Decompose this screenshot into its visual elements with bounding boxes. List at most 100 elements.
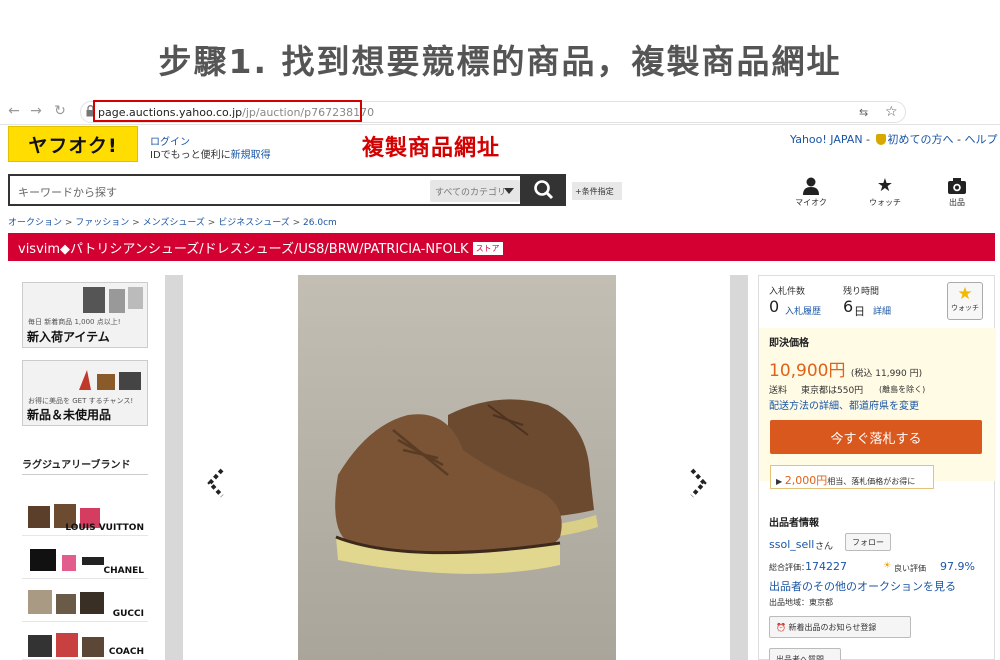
seller-suffix: さん <box>815 542 834 552</box>
watch-label: ウォッチ <box>951 304 979 312</box>
url-highlight-box <box>93 100 362 122</box>
time-left-value: 6 <box>843 297 854 316</box>
watch-button[interactable]: ★ ウォッチ <box>947 282 983 320</box>
price-value: 10,900円 <box>769 361 846 381</box>
search-icon <box>534 180 554 200</box>
seller-name-link[interactable]: ssol_sell <box>769 538 814 551</box>
time-left-unit: 日 <box>854 305 865 318</box>
tutorial-heading: 步驟1. 找到想要競標的商品，複製商品網址 <box>158 42 842 81</box>
breadcrumb-item[interactable]: オークション <box>8 218 62 228</box>
user-icon <box>789 177 833 195</box>
product-title-bar: visvim◆パトリシアンシューズ/ドレスシューズ/US8/BRW/PATRIC… <box>8 233 995 261</box>
shipping-detail-link[interactable]: 配送方法の詳細、都道府県を変更 <box>769 397 919 412</box>
good-rating-value[interactable]: 97.9% <box>940 560 975 573</box>
copy-url-annotation: 複製商品網址 <box>362 136 501 161</box>
breadcrumb-item[interactable]: メンズシューズ <box>143 218 205 228</box>
shipping-note: (離島を除く) <box>879 385 926 394</box>
bookmark-star-icon[interactable]: ☆ <box>885 104 898 120</box>
chevron-right-icon[interactable] <box>688 468 708 498</box>
alarm-icon: ⏰ <box>776 623 786 632</box>
first-time-link[interactable]: 初めての方へ <box>888 133 954 146</box>
store-badge: ストア <box>472 242 503 255</box>
breadcrumb-item[interactable]: 26.0cm <box>303 218 337 228</box>
notify-label: 新着出品のお知らせ登録 <box>788 623 877 632</box>
header-links: Yahoo! JAPAN - 初めての方へ - ヘルプ <box>790 133 998 146</box>
brand-item-coach[interactable]: COACH <box>22 623 148 660</box>
buyout-label: 即決価格 <box>769 338 809 349</box>
brand-item-gucci[interactable]: GUCCI <box>22 580 148 622</box>
rating-label: 総合評価： <box>769 563 809 572</box>
new-arrivals-banner[interactable]: 毎日 新着商品 1,000 点以上! 新入荷アイテム <box>22 282 148 348</box>
time-detail-link[interactable]: 詳細 <box>873 304 891 317</box>
seller-heading: 出品者情報 <box>769 518 819 529</box>
advanced-search-button[interactable]: +条件指定 <box>572 182 622 200</box>
seller-other-auctions-link[interactable]: 出品者のその他のオークションを見る <box>769 578 956 594</box>
star-icon: ★ <box>876 175 894 196</box>
back-icon[interactable]: ← <box>6 103 22 119</box>
ask-seller-button[interactable]: 出品者へ質問 <box>769 648 841 660</box>
chevron-left-icon[interactable] <box>206 468 226 498</box>
translate-icon[interactable]: ⇆ <box>859 106 868 119</box>
breadcrumb: オークション > ファッション > メンズシューズ > ビジネスシューズ > 2… <box>8 218 337 228</box>
tool-label: ウォッチ <box>869 198 901 207</box>
next-thumbnail[interactable] <box>730 275 748 660</box>
buy-now-button[interactable]: 今すぐ落札する <box>770 420 982 454</box>
yahoo-japan-link[interactable]: Yahoo! JAPAN <box>790 133 863 146</box>
category-select[interactable]: すべてのカテゴリ <box>430 180 520 202</box>
breadcrumb-item[interactable]: ファッション <box>75 218 129 228</box>
seller-region: 出品地域：東京都 <box>769 598 833 607</box>
brand-image <box>28 590 104 614</box>
shipping-label: 送料 <box>769 386 788 396</box>
brand-item-louis-vuitton[interactable]: LOUIS VUITTON <box>22 494 148 536</box>
chevron-down-icon <box>504 188 514 194</box>
clothing-image <box>83 287 143 313</box>
forward-icon[interactable]: → <box>28 103 44 119</box>
bid-history-link[interactable]: 入札履歴 <box>785 304 821 317</box>
register-link[interactable]: 新規取得 <box>231 150 271 161</box>
category-select-label: すべてのカテゴリ <box>435 188 507 198</box>
savings-tip: ▶ 2,000円相当、落札価格がお得に <box>770 465 934 489</box>
rating-value-link[interactable]: 174227 <box>805 560 847 573</box>
shoes-image <box>298 275 616 660</box>
tip-price: 2,000円 <box>784 474 828 487</box>
follow-button[interactable]: フォロー <box>845 533 891 551</box>
luxury-brand-heading: ラグジュアリーブランド <box>22 460 131 471</box>
bids-value: 0 <box>769 297 780 316</box>
tool-label: 出品 <box>949 198 965 207</box>
sell-button[interactable]: 出品 <box>935 177 979 208</box>
brand-name: CHANEL <box>103 566 144 576</box>
product-photo[interactable] <box>298 275 616 660</box>
sun-icon: ☀ <box>883 561 892 571</box>
watch-list-button[interactable]: ★ ウォッチ <box>863 177 907 208</box>
previous-thumbnail[interactable] <box>165 275 183 660</box>
new-unused-banner[interactable]: お得に美品を GET するチャンス! 新品＆未使用品 <box>22 360 148 426</box>
my-auction-button[interactable]: マイオク <box>789 177 833 208</box>
brand-image <box>28 633 104 657</box>
banner-title: 新入荷アイテム <box>27 330 110 344</box>
brand-name: COACH <box>108 647 144 657</box>
banner-small-text: お得に美品を GET するチャンス! <box>28 397 134 405</box>
search-button[interactable] <box>522 174 566 206</box>
search-box[interactable]: キーワードから探す すべてのカテゴリ <box>8 174 522 206</box>
help-link[interactable]: ヘルプ <box>964 133 997 146</box>
search-placeholder[interactable]: キーワードから探す <box>18 184 117 200</box>
brand-item-chanel[interactable]: CHANEL <box>22 537 148 579</box>
yahuoku-logo[interactable]: ヤフオク! <box>8 126 138 162</box>
login-sub-prefix: IDでもっと便利に <box>150 150 231 161</box>
new-listing-notify-button[interactable]: ⏰ 新着出品のお知らせ登録 <box>769 616 911 638</box>
login-subtext: IDでもっと便利に新規取得 <box>150 146 271 161</box>
bids-label: 入札件数 <box>769 287 806 297</box>
breadcrumb-item[interactable]: ビジネスシューズ <box>218 218 290 228</box>
play-icon: ▶ <box>776 477 785 486</box>
reload-icon[interactable]: ↻ <box>52 103 68 119</box>
shipping-text: 東京都は550円 <box>801 386 864 396</box>
bags-shoes-image <box>79 370 141 390</box>
buyout-block: 即決価格 10,900円 (税込 11,990 円) 送料 東京都は550円 (… <box>759 328 996 489</box>
good-rating-label: 良い評価 <box>894 564 926 573</box>
beginner-mark-icon <box>875 134 886 145</box>
price-tax: (税込 11,990 円) <box>850 369 923 379</box>
product-title: visvim◆パトリシアンシューズ/ドレスシューズ/US8/BRW/PATRIC… <box>18 242 469 257</box>
divider <box>22 474 148 475</box>
brand-name: LOUIS VUITTON <box>65 523 144 533</box>
tip-text: 相当、落札価格がお得に <box>827 477 916 486</box>
